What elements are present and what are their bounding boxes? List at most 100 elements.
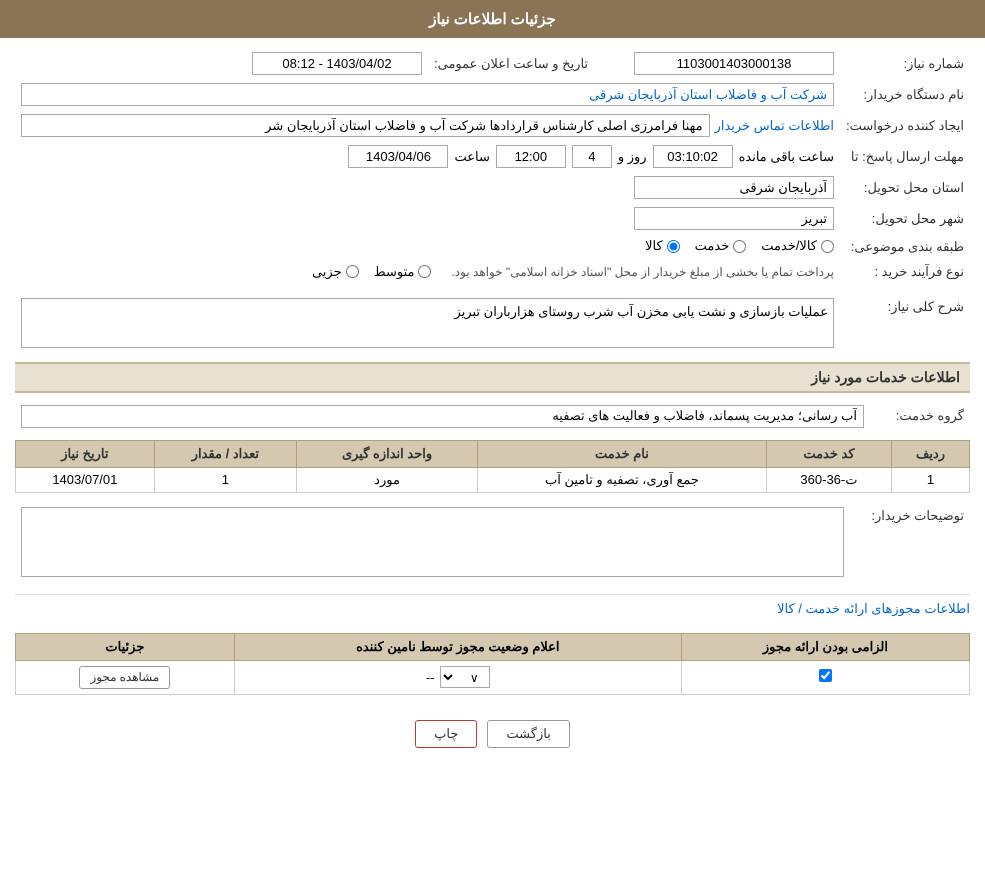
response-deadline-label: مهلت ارسال پاسخ: تا (840, 141, 970, 172)
need-number-row: شماره نیاز: تاریخ و ساعت اعلان عمومی: (15, 48, 970, 79)
perm-cell-status: ∨ -- (234, 660, 681, 694)
delivery-province-input[interactable] (634, 176, 834, 199)
cell-quantity: 1 (154, 467, 296, 492)
buyer-notes-cell (15, 503, 850, 584)
service-group-table: گروه خدمت: (15, 401, 970, 432)
response-time-label: ساعت (454, 149, 489, 165)
category-radio-khedmat[interactable] (733, 240, 746, 253)
print-button[interactable]: چاپ (415, 720, 477, 748)
announcement-date-cell (15, 48, 428, 79)
requester-cell: اطلاعات تماس خریدار (15, 110, 840, 141)
col-quantity: تعداد / مقدار (154, 440, 296, 467)
category-label: طبقه بندی موضوعی: (840, 234, 970, 260)
perm-cell-required (681, 660, 969, 694)
category-option-kala[interactable]: کالا (645, 238, 680, 254)
category-option-kala-khedmat[interactable]: کالا/خدمت (761, 238, 834, 254)
announcement-date-input[interactable] (252, 52, 422, 75)
announcement-date-label: تاریخ و ساعت اعلان عمومی: (428, 48, 628, 79)
purchase-option-partial[interactable]: جزیی (312, 264, 359, 280)
perm-status-select[interactable]: ∨ (440, 666, 490, 688)
description-cell: عملیات بازسازی و نشت یابی مخزن آب شرب رو… (15, 294, 840, 352)
purchase-radio-medium[interactable] (418, 265, 431, 278)
category-option-khedmat[interactable]: خدمت (695, 238, 747, 254)
col-row-number: ردیف (892, 440, 970, 467)
response-days-input[interactable] (572, 145, 612, 168)
col-service-code: کد خدمت (766, 440, 891, 467)
response-deadline-cell: ساعت روز و ساعت باقی مانده (15, 141, 840, 172)
services-header-row: ردیف کد خدمت نام خدمت واحد اندازه گیری ت… (16, 440, 970, 467)
basic-info-section: شماره نیاز: تاریخ و ساعت اعلان عمومی: نا… (15, 48, 970, 284)
permissions-header-row: الزامی بودن ارائه مجوز اعلام وضعیت مجوز … (16, 633, 970, 660)
requester-contact-link[interactable]: اطلاعات تماس خریدار (715, 118, 834, 134)
permissions-table: الزامی بودن ارائه مجوز اعلام وضعیت مجوز … (15, 633, 970, 695)
description-row: شرح کلی نیاز: عملیات بازسازی و نشت یابی … (15, 294, 970, 352)
delivery-city-input[interactable] (634, 207, 834, 230)
description-table: شرح کلی نیاز: عملیات بازسازی و نشت یابی … (15, 294, 970, 352)
permissions-title-text: اطلاعات مجوزهای ارائه خدمت / کالا (777, 601, 970, 616)
services-section-title: اطلاعات خدمات مورد نیاز (15, 362, 970, 393)
back-button[interactable]: بازگشت (487, 720, 569, 748)
service-group-input[interactable] (21, 405, 864, 428)
permissions-header: الزامی بودن ارائه مجوز اعلام وضعیت مجوز … (16, 633, 970, 660)
need-number-input[interactable] (634, 52, 834, 75)
view-permit-button[interactable]: مشاهده مجوز (79, 666, 170, 689)
category-radio-group: کالا/خدمت خدمت کالا (645, 238, 834, 254)
response-remaining-input[interactable] (653, 145, 733, 168)
purchase-type-label: نوع فرآیند خرید : (840, 260, 970, 284)
content-area: شماره نیاز: تاریخ و ساعت اعلان عمومی: نا… (0, 38, 985, 773)
perm-col-status: اعلام وضعیت مجوز توسط نامین کننده (234, 633, 681, 660)
response-date-input[interactable] (348, 145, 448, 168)
cell-service-name: جمع آوری، تصفیه و تامین آب (478, 467, 767, 492)
requester-row: ایجاد کننده درخواست: اطلاعات تماس خریدار (15, 110, 970, 141)
delivery-province-label: استان محل تحویل: (840, 172, 970, 203)
buyer-org-row: نام دستگاه خریدار: (15, 79, 970, 110)
category-row: طبقه بندی موضوعی: کالا/خدمت خدمت کالا (15, 234, 970, 260)
response-remaining-label: ساعت باقی مانده (739, 149, 834, 165)
description-display: عملیات بازسازی و نشت یابی مخزن آب شرب رو… (21, 298, 834, 348)
category-cell: کالا/خدمت خدمت کالا (15, 234, 840, 260)
need-number-cell (628, 48, 840, 79)
delivery-city-row: شهر محل تحویل: (15, 203, 970, 234)
perm-cell-details: مشاهده مجوز (16, 660, 235, 694)
buyer-notes-table: توضیحات خریدار: (15, 503, 970, 584)
need-number-label: شماره نیاز: (840, 48, 970, 79)
buyer-notes-textarea[interactable] (21, 507, 844, 577)
purchase-note: پرداخت تمام یا بخشی از مبلغ خریدار از مح… (451, 265, 834, 279)
category-radio-kala-khedmat[interactable] (821, 240, 834, 253)
description-label: شرح کلی نیاز: (840, 294, 970, 352)
permissions-section-title: اطلاعات مجوزهای ارائه خدمت / کالا (15, 594, 970, 623)
services-table-body: 1 ت-36-360 جمع آوری، تصفیه و تامین آب مو… (16, 467, 970, 492)
perm-status-value: -- (426, 670, 435, 685)
delivery-city-label: شهر محل تحویل: (840, 203, 970, 234)
delivery-province-row: استان محل تحویل: (15, 172, 970, 203)
perm-col-required: الزامی بودن ارائه مجوز (681, 633, 969, 660)
service-group-row: گروه خدمت: (15, 401, 970, 432)
cell-date: 1403/07/01 (16, 467, 155, 492)
cell-unit: مورد (296, 467, 477, 492)
purchase-type-radio-group: متوسط جزیی (312, 264, 432, 280)
permissions-body: ∨ -- مشاهده مجوز (16, 660, 970, 694)
col-date: تاریخ نیاز (16, 440, 155, 467)
buyer-notes-row: توضیحات خریدار: (15, 503, 970, 584)
delivery-city-cell (15, 203, 840, 234)
services-table-header: ردیف کد خدمت نام خدمت واحد اندازه گیری ت… (16, 440, 970, 467)
delivery-province-cell (15, 172, 840, 203)
category-radio-kala[interactable] (667, 240, 680, 253)
purchase-type-row: نوع فرآیند خرید : متوسط جزیی (15, 260, 970, 284)
service-group-label: گروه خدمت: (870, 401, 970, 432)
purchase-type-cell: متوسط جزیی پرداخت تمام یا بخشی از مبلغ خ… (15, 260, 840, 284)
perm-required-checkbox[interactable] (819, 669, 832, 682)
requester-input[interactable] (21, 114, 710, 137)
table-row: ∨ -- مشاهده مجوز (16, 660, 970, 694)
cell-row-number: 1 (892, 467, 970, 492)
purchase-option-medium[interactable]: متوسط (374, 264, 432, 280)
footer-buttons: بازگشت چاپ (15, 705, 970, 763)
buyer-org-input[interactable] (21, 83, 834, 106)
purchase-radio-partial[interactable] (346, 265, 359, 278)
basic-info-table: شماره نیاز: تاریخ و ساعت اعلان عمومی: نا… (15, 48, 970, 284)
col-unit: واحد اندازه گیری (296, 440, 477, 467)
col-service-name: نام خدمت (478, 440, 767, 467)
response-days-label: روز و (618, 149, 647, 165)
response-deadline-row: مهلت ارسال پاسخ: تا ساعت روز و ساعت باقی… (15, 141, 970, 172)
response-time-input[interactable] (496, 145, 566, 168)
